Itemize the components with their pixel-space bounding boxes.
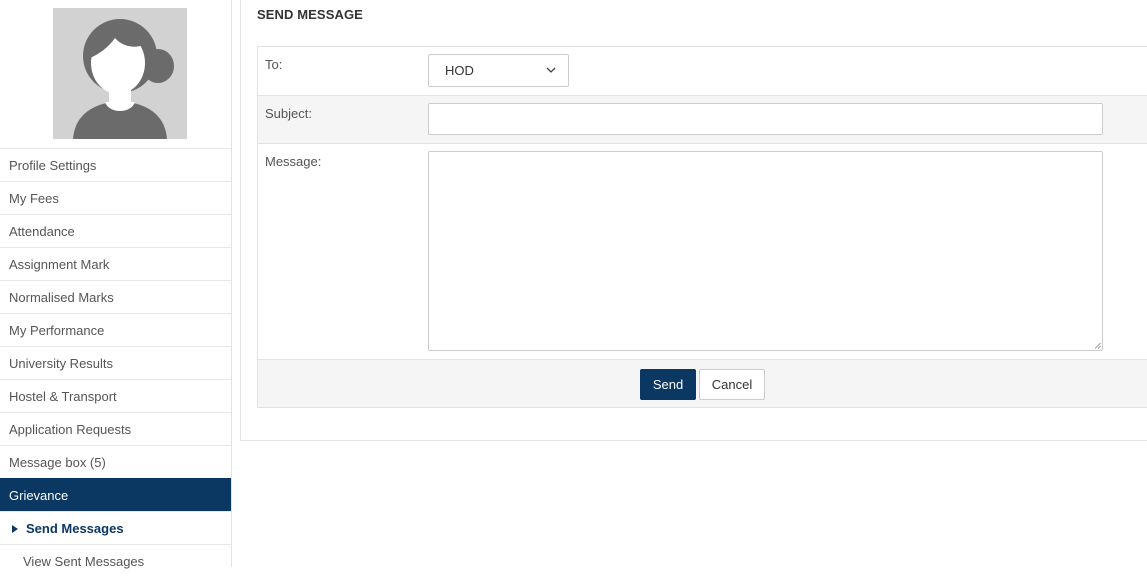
sidebar-item-message-box[interactable]: Message box (5)	[0, 445, 231, 478]
subject-row: Subject:	[258, 95, 1147, 143]
send-message-panel: SEND MESSAGE To: HOD Subject: Message: S…	[240, 0, 1147, 441]
sidebar-subitem-send-messages[interactable]: Send Messages	[0, 511, 231, 544]
sidebar-item-university-results[interactable]: University Results	[0, 346, 231, 379]
sidebar-item-label: Application Requests	[9, 422, 132, 437]
sidebar-subitem-label: Send Messages	[26, 521, 124, 536]
recipient-select[interactable]: HOD	[428, 54, 569, 87]
sidebar-subitem-view-sent-messages[interactable]: View Sent Messages	[0, 544, 231, 577]
page-title: SEND MESSAGE	[257, 7, 363, 22]
sidebar-item-profile-settings[interactable]: Profile Settings	[0, 148, 231, 181]
sidebar-item-label: University Results	[9, 356, 114, 371]
sidebar-item-grievance[interactable]: Grievance	[0, 478, 231, 511]
sidebar-item-normalised-marks[interactable]: Normalised Marks	[0, 280, 231, 313]
sidebar-item-my-fees[interactable]: My Fees	[0, 181, 231, 214]
resize-handle-icon[interactable]	[1094, 342, 1101, 349]
sidebar-item-label: Message box (5)	[9, 455, 106, 470]
message-row: Message:	[258, 143, 1147, 359]
caret-right-icon	[12, 525, 18, 533]
sidebar-item-label: Assignment Mark	[9, 257, 110, 272]
sidebar-item-label: Profile Settings	[9, 158, 97, 173]
subject-input[interactable]	[428, 103, 1103, 135]
send-button[interactable]: Send	[640, 369, 696, 400]
sidebar-item-attendance[interactable]: Attendance	[0, 214, 231, 247]
cancel-button[interactable]: Cancel	[699, 369, 765, 400]
to-label: To:	[265, 57, 283, 72]
sidebar-item-label: Normalised Marks	[9, 290, 114, 305]
recipient-select-value: HOD	[445, 63, 474, 78]
sidebar-item-hostel-transport[interactable]: Hostel & Transport	[0, 379, 231, 412]
send-message-form: To: HOD Subject: Message: Send Cancel	[257, 46, 1147, 408]
sidebar-item-assignment-mark[interactable]: Assignment Mark	[0, 247, 231, 280]
user-female-icon	[53, 8, 187, 139]
sidebar: Profile Settings My Fees Attendance Assi…	[0, 0, 232, 569]
actions-row: Send Cancel	[258, 359, 1147, 407]
sidebar-item-application-requests[interactable]: Application Requests	[0, 412, 231, 445]
message-textarea[interactable]	[428, 151, 1103, 351]
avatar-container	[0, 0, 231, 148]
sidebar-item-label: Grievance	[9, 488, 69, 503]
chevron-down-icon	[546, 67, 556, 73]
avatar	[53, 8, 187, 139]
message-label: Message:	[265, 154, 322, 169]
sidebar-item-label: My Performance	[9, 323, 105, 338]
sidebar-item-my-performance[interactable]: My Performance	[0, 313, 231, 346]
to-row: To: HOD	[258, 47, 1147, 95]
sidebar-item-label: Attendance	[9, 224, 75, 239]
sidebar-item-label: Hostel & Transport	[9, 389, 117, 404]
sidebar-nav: Profile Settings My Fees Attendance Assi…	[0, 148, 231, 577]
sidebar-item-label: My Fees	[9, 191, 59, 206]
subject-label: Subject:	[265, 106, 312, 121]
